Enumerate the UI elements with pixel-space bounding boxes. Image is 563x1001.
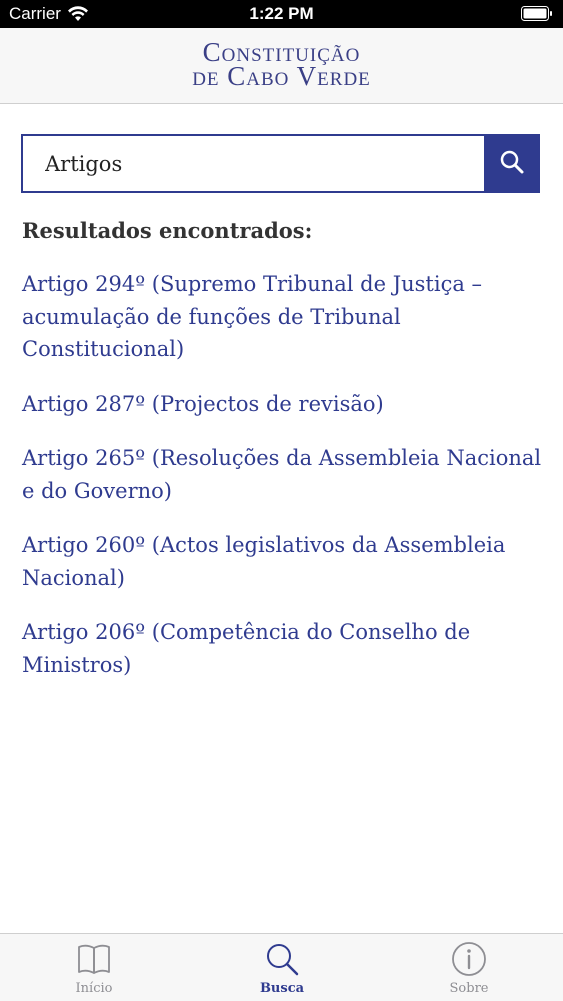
tab-label: Sobre xyxy=(449,981,489,996)
status-bar: Carrier 1:22 PM xyxy=(0,0,563,28)
status-time: 1:22 PM xyxy=(249,4,314,23)
tab-label: Busca xyxy=(259,981,305,996)
search-button[interactable] xyxy=(484,134,540,193)
search-icon xyxy=(499,149,525,178)
search-input[interactable] xyxy=(21,134,484,193)
app-header: Constituição de Cabo Verde xyxy=(0,28,563,104)
search-icon xyxy=(264,941,300,981)
results-heading: Resultados encontrados: xyxy=(22,218,313,243)
results-list: Artigo 294º (Supremo Tribunal de Justiça… xyxy=(22,268,542,703)
tab-bar: Início Busca Sobre xyxy=(0,933,563,1001)
battery-icon xyxy=(521,6,553,26)
search-bar xyxy=(21,134,540,193)
tab-busca[interactable]: Busca xyxy=(188,934,376,1001)
book-icon xyxy=(76,941,112,981)
result-link[interactable]: Artigo 206º (Competência do Conselho de … xyxy=(22,616,542,681)
result-link[interactable]: Artigo 294º (Supremo Tribunal de Justiça… xyxy=(22,268,542,366)
tab-label: Início xyxy=(75,981,113,996)
info-icon xyxy=(451,941,487,981)
result-link[interactable]: Artigo 265º (Resoluções da Assembleia Na… xyxy=(22,442,542,507)
tab-inicio[interactable]: Início xyxy=(0,934,188,1001)
app-title-line2: de Cabo Verde xyxy=(192,61,371,91)
result-link[interactable]: Artigo 260º (Actos legislativos da Assem… xyxy=(22,529,542,594)
tab-sobre[interactable]: Sobre xyxy=(375,934,563,1001)
result-link[interactable]: Artigo 287º (Projectos de revisão) xyxy=(22,388,542,421)
